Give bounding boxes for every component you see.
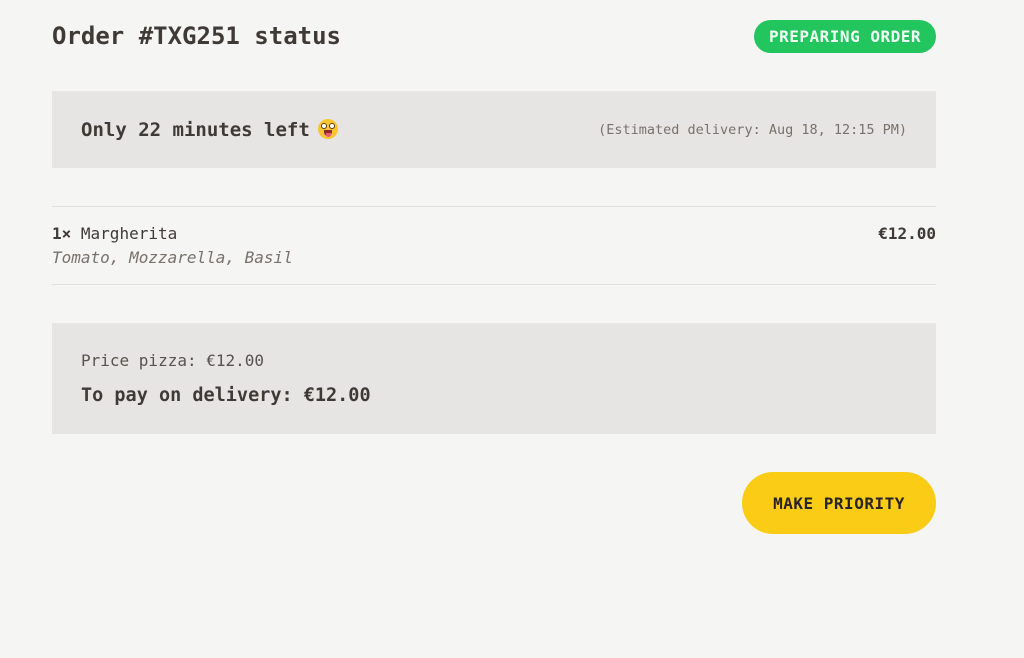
time-left-label: Only 22 minutes left — [81, 119, 310, 141]
page-title: Order #TXG251 status — [52, 22, 341, 50]
price-pizza: Price pizza: €12.00 — [81, 351, 265, 370]
item-ingredients: Tomato, Mozzarella, Basil — [52, 248, 293, 267]
order-header: Order #TXG251 status PREPARING ORDER — [52, 20, 936, 54]
list-item: 1× Margherita Tomato, Mozzarella, Basil … — [52, 224, 936, 272]
status-badge: PREPARING ORDER — [754, 20, 936, 53]
item-quantity: 1× — [52, 224, 72, 243]
item-name: 1× Margherita — [52, 224, 177, 243]
grinning-face-icon — [317, 119, 338, 139]
item-title: Margherita — [80, 224, 178, 243]
price-summary-panel: Price pizza: €12.00 To pay on delivery: … — [52, 323, 936, 434]
divider — [52, 284, 936, 285]
time-left-text: Only 22 minutes left — [81, 119, 338, 141]
to-pay-on-delivery: To pay on delivery: €12.00 — [81, 385, 371, 406]
divider — [52, 206, 936, 207]
estimated-delivery: (Estimated delivery: Aug 18, 12:15 PM) — [598, 122, 907, 138]
delivery-time-panel: Only 22 minutes left (Estimated delivery… — [52, 91, 936, 168]
make-priority-button[interactable]: MAKE PRIORITY — [742, 472, 936, 534]
item-price: €12.00 — [878, 224, 936, 243]
